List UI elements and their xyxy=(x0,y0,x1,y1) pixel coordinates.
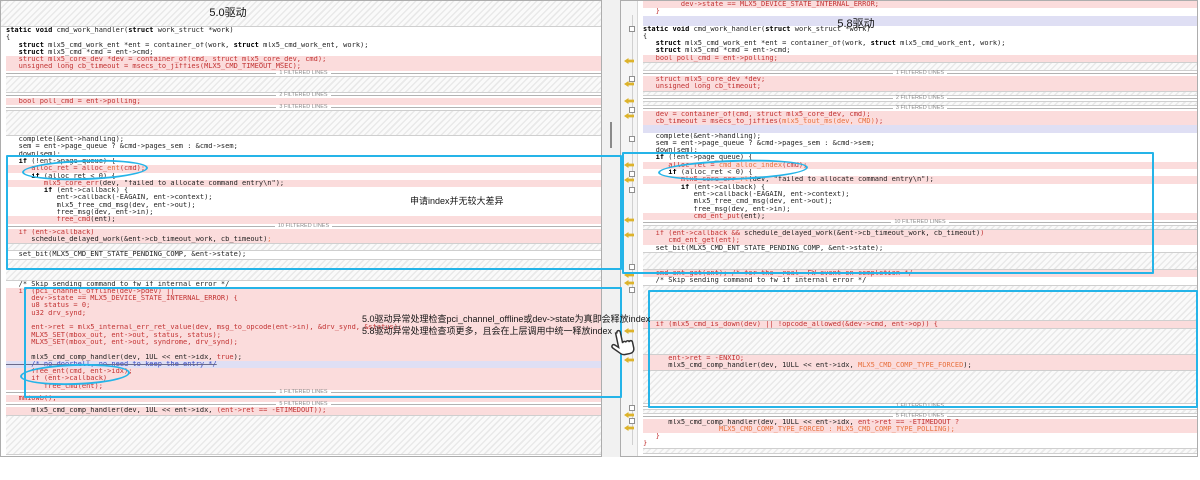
filtered-lines-label: 2 FILTERED LINES xyxy=(893,96,947,101)
code-line: /* Skip sending command to fw if interna… xyxy=(643,277,1197,284)
fold-toggle-icon[interactable] xyxy=(629,107,635,113)
code-line: struct mlx5_cmd *cmd = ent->cmd; xyxy=(6,49,601,56)
fold-toggle-icon[interactable] xyxy=(629,136,635,142)
code-line: } xyxy=(643,433,1197,440)
collapsed-region xyxy=(6,110,601,136)
collapsed-region xyxy=(6,76,601,93)
code-line xyxy=(643,125,1197,132)
code-line: dev = container_of(cmd, struct mlx5_core… xyxy=(643,111,1197,118)
mouse-cursor xyxy=(606,328,638,360)
diff-app: { "titles": { "left": "5.0驱动", "right": … xyxy=(0,0,1200,480)
code-line: sem = ent->page_queue ? &cmd->pages_sem … xyxy=(643,140,1197,147)
filtered-lines-label: 3 FILTERED LINES xyxy=(276,105,330,110)
code-line: mlx5_cmd_comp_handler(dev, 1ULL << ent->… xyxy=(643,419,1197,426)
filtered-lines-label: 1 FILTERED LINES xyxy=(893,71,947,76)
code-line: } xyxy=(643,440,1197,447)
code-line: { xyxy=(643,33,1197,40)
code-line: unsigned long cb_timeout; xyxy=(643,83,1197,90)
code-line: struct mlx5_core_dev *dev; xyxy=(643,76,1197,83)
filtered-lines-label: 3 FILTERED LINES xyxy=(893,106,947,111)
code-line: sem = ent->page_queue ? &cmd->pages_sem … xyxy=(6,143,601,150)
highlight-rectangle xyxy=(24,287,622,398)
filtered-lines-label: 1 FILTERED LINES xyxy=(276,71,330,76)
fold-toggle-icon[interactable] xyxy=(629,418,635,424)
highlight-rectangle xyxy=(648,290,1198,408)
code-line: { xyxy=(6,34,601,41)
code-line: mlx5_cmd_comp_handler(dev, 1UL << ent->i… xyxy=(6,407,601,414)
annotation-text: 5.8驱动异常处理检查项更多，且会在上层调用中统一释放index xyxy=(362,324,612,337)
code-line: struct mlx5_cmd_work_ent *ent = containe… xyxy=(6,42,601,49)
left-pane-title: 5.0驱动 xyxy=(158,4,298,20)
collapsed-region xyxy=(6,415,601,455)
fold-toggle-icon[interactable] xyxy=(629,76,635,82)
fold-toggle-icon[interactable] xyxy=(629,26,635,32)
right-pane-title: 5.8驱动 xyxy=(786,15,926,31)
code-line: struct mlx5_cmd_work_ent *ent = containe… xyxy=(643,40,1197,47)
collapsed-region xyxy=(1,1,601,27)
code-line: static void cmd_work_handler(struct work… xyxy=(6,27,601,34)
collapsed-region xyxy=(643,448,1197,454)
splitter-handle[interactable] xyxy=(610,122,612,148)
code-line: complete(&ent->handling); xyxy=(643,133,1197,140)
filtered-lines-label: 2 FILTERED LINES xyxy=(276,93,330,98)
fold-toggle-icon[interactable] xyxy=(629,287,635,293)
code-line: complete(&ent->handling); xyxy=(6,136,601,143)
code-line: dev->state == MLX5_DEVICE_STATE_INTERNAL… xyxy=(643,1,1197,8)
code-line: bool poll_cmd = ent->polling; xyxy=(643,55,1197,62)
fold-toggle-icon[interactable] xyxy=(629,405,635,411)
code-line: cb_timeout = msecs_to_jiffies(mlx5_tout_… xyxy=(643,118,1197,125)
code-line: struct mlx5_core_dev *dev = container_of… xyxy=(6,56,601,63)
annotation-text: 申请index并无较大差异 xyxy=(410,194,504,207)
code-line: MLX5_CMD_COMP_TYPE_FORCED : MLX5_CMD_COM… xyxy=(643,426,1197,433)
code-line: struct mlx5_cmd *cmd = ent->cmd; xyxy=(643,47,1197,54)
